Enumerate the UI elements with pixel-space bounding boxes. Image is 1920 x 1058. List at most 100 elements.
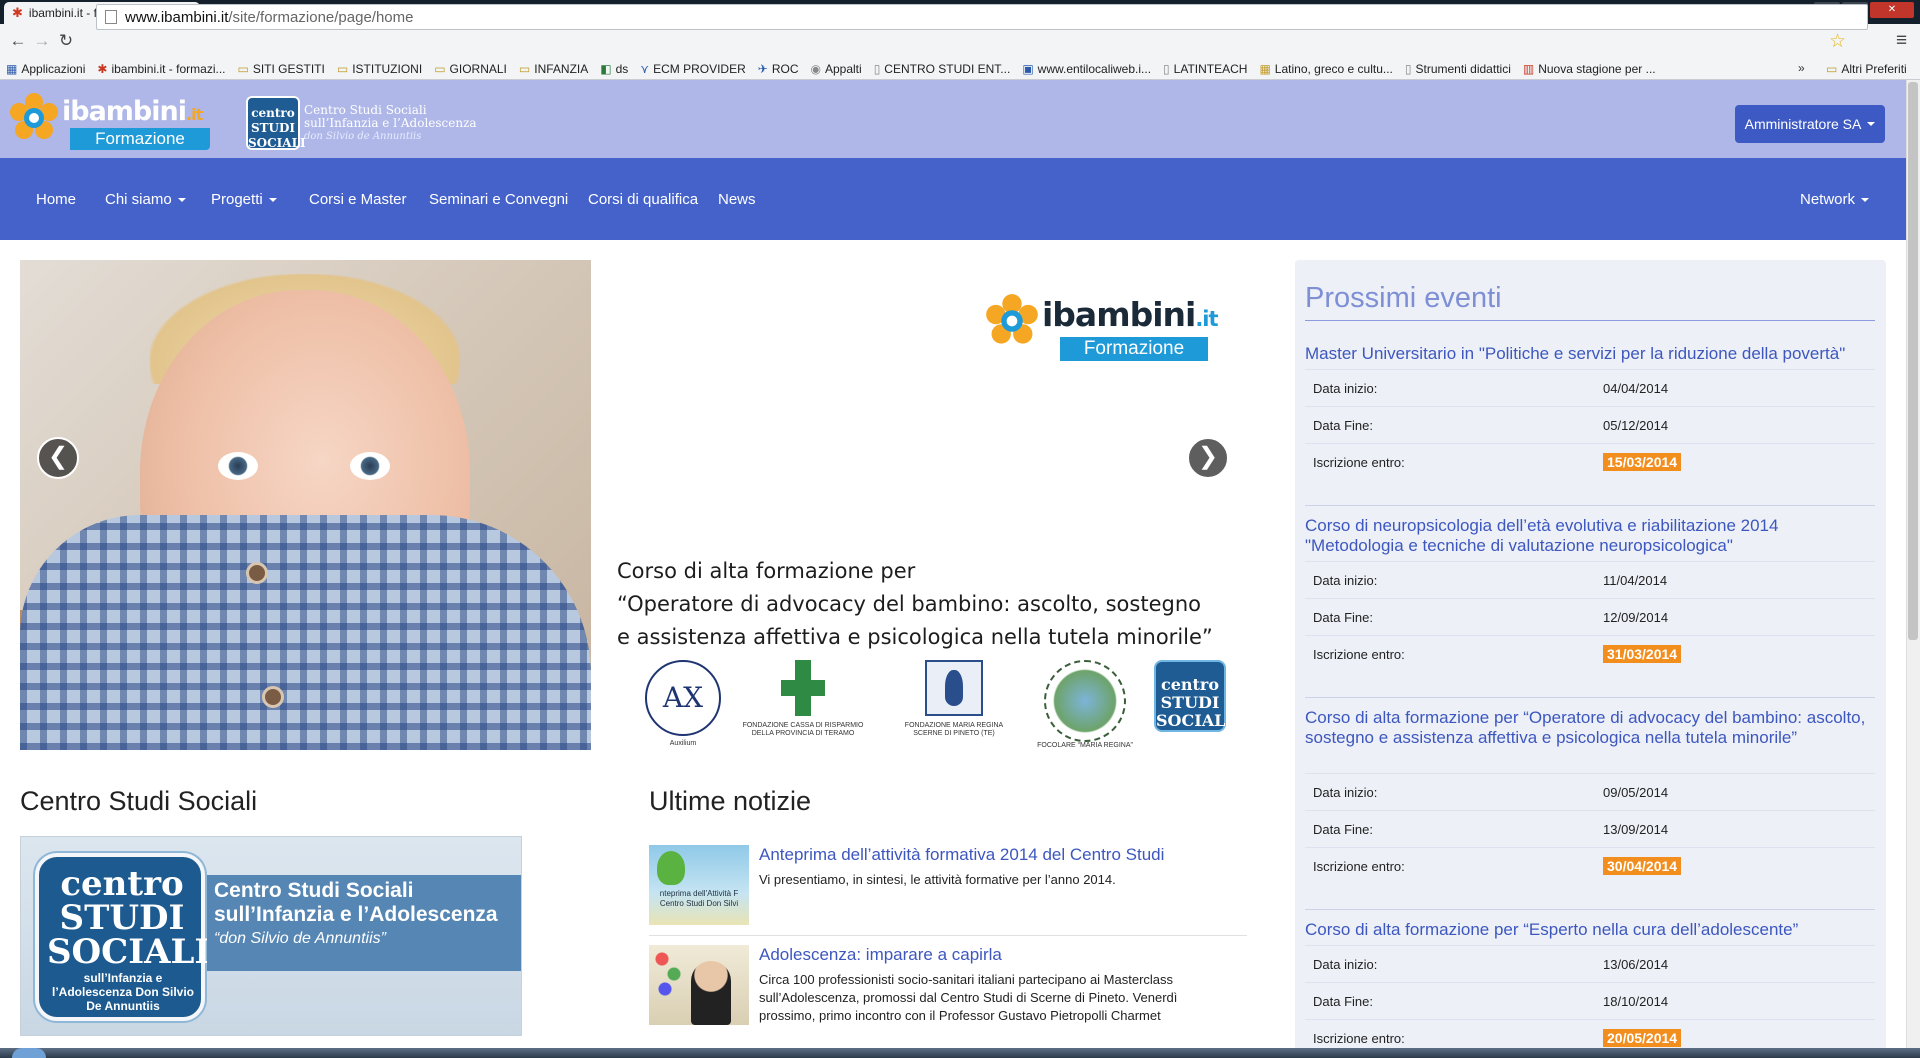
carousel-next-button[interactable]: ❯ <box>1187 437 1229 479</box>
event-row: Iscrizione entro: 31/03/2014 <box>1305 635 1875 672</box>
flower-logo-icon <box>986 294 1038 344</box>
bookmark-giornali[interactable]: ▭ GIORNALI <box>434 62 507 76</box>
event-title-link[interactable]: Master Universitario in "Politiche e ser… <box>1305 344 1875 364</box>
carousel-prev-button[interactable]: ❮ <box>37 437 79 479</box>
browser-menu-icon[interactable]: ≡ <box>1896 30 1907 52</box>
event-row: Data inizio: 11/04/2014 <box>1305 561 1875 598</box>
event-title-link[interactable]: Corso di neuropsicologia dell’età evolut… <box>1305 516 1875 556</box>
caret-down-icon <box>1861 198 1870 203</box>
bookmark-latino-greco[interactable]: ▦ Latino, greco e cultu... <box>1259 62 1392 76</box>
logo-formazione-label: Formazione <box>70 128 210 150</box>
bookmark-strumenti[interactable]: ▯ Strumenti didattici <box>1405 62 1511 76</box>
partner-fondazione-maria-regina-logo: FONDAZIONE MARIA REGINA SCERNE DI PINETO… <box>892 660 1016 738</box>
nav-home[interactable]: Home <box>36 191 76 208</box>
centro-section-title: Centro Studi Sociali <box>20 786 258 816</box>
reload-icon[interactable]: ↻ <box>54 31 78 51</box>
bookmark-entilocaliweb[interactable]: ▣ www.entilocaliweb.i... <box>1022 62 1151 76</box>
bookmark-star-icon[interactable]: ☆ <box>1829 30 1846 53</box>
partner-fondazione-cassa-logo: FONDAZIONE CASSA DI RISPARMIO DELLA PROV… <box>738 660 868 738</box>
ds-favicon-icon: ◧ <box>600 61 612 76</box>
deadline-badge: 30/04/2014 <box>1603 857 1682 875</box>
news-thumbnail[interactable] <box>649 945 749 1025</box>
appalti-favicon-icon: ◉ <box>810 61 821 76</box>
bookmark-siti-gestiti[interactable]: ▭ SITI GESTITI <box>237 62 324 76</box>
flower-logo-icon <box>10 93 58 139</box>
bookmark-nuova-stagione[interactable]: ▥ Nuova stagione per ... <box>1523 62 1656 76</box>
bookmark-ecm-provider[interactable]: ⋎ ECM PROVIDER <box>640 62 745 76</box>
bookmark-latinteach[interactable]: ▯ LATINTEACH <box>1163 62 1247 76</box>
centro-studi-emblem-icon: centro STUDI SOCIALI sull’Infanzia e l’A… <box>35 853 210 1021</box>
event-row: Iscrizione entro: 30/04/2014 <box>1305 847 1875 884</box>
deadline-badge: 15/03/2014 <box>1603 453 1682 471</box>
page-icon: ▯ <box>1404 61 1412 76</box>
forward-arrow-icon[interactable]: → <box>30 31 54 51</box>
news-title-link[interactable]: Adolescenza: imparare a capirla <box>759 945 1002 965</box>
bookmark-roc[interactable]: ✈ ROC <box>758 62 799 76</box>
caret-down-icon <box>177 198 186 203</box>
news-description: Circa 100 professionisti socio-sanitari … <box>759 972 1178 1023</box>
nav-corsi-master[interactable]: Corsi e Master <box>309 191 407 208</box>
nav-news[interactable]: News <box>718 191 756 208</box>
focolare-seal-icon <box>1044 660 1126 742</box>
event-title-link[interactable]: Corso di alta formazione per “Esperto ne… <box>1305 920 1875 940</box>
roc-favicon-icon: ✈ <box>757 61 768 76</box>
bookmark-appalti[interactable]: ◉ Appalti <box>811 62 862 76</box>
main-navbar <box>0 158 1906 240</box>
nav-progetti[interactable]: Progetti <box>211 191 277 208</box>
bookmark-centro-studi[interactable]: ▯ CENTRO STUDI ENT... <box>874 62 1011 76</box>
ecm-favicon-icon: ⋎ <box>640 61 650 76</box>
nav-chi-siamo[interactable]: Chi siamo <box>105 191 186 208</box>
bookmark-apps[interactable]: ▦ Applicazioni <box>6 62 85 76</box>
centro-studi-emblem[interactable]: centro STUDI SOCIALI <box>246 96 306 150</box>
event-row: Data Fine: 12/09/2014 <box>1305 598 1875 635</box>
ibambini-favicon-icon: ✱ <box>12 5 23 20</box>
address-bar[interactable]: www.ibambini.it/site/formazione/page/hom… <box>96 4 1868 30</box>
event-row: Data Fine: 18/10/2014 <box>1305 982 1875 1019</box>
news-description: Vi presentiamo, in sintesi, le attività … <box>759 872 1116 887</box>
bookmarks-bar: ▦ Applicazioni ✱ ibambini.it - formazi... … <box>0 58 1920 80</box>
centro-studi-banner[interactable]: centro STUDI SOCIALI sull’Infanzia e l’A… <box>20 836 522 1036</box>
nav-network[interactable]: Network <box>1800 191 1870 208</box>
bookmark-ds[interactable]: ◧ ds <box>600 62 628 76</box>
bookmarks-overflow-chevron[interactable]: » <box>1798 61 1805 75</box>
window-close-icon[interactable]: ✕ <box>1870 2 1914 18</box>
admin-menu-button[interactable]: Amministratore SA <box>1735 105 1885 143</box>
deadline-badge: 31/03/2014 <box>1603 645 1682 663</box>
logo-wordmark: ibambini.it <box>62 96 203 127</box>
bookmark-other-favorites[interactable]: ▭ Altri Preferiti <box>1826 58 1907 80</box>
apps-grid-icon: ▦ <box>6 61 18 76</box>
ibambini-favicon-icon: ✱ <box>97 61 108 76</box>
event-row: Data inizio: 13/06/2014 <box>1305 945 1875 982</box>
bookmark-ibambini[interactable]: ✱ ibambini.it - formazi... <box>97 62 225 76</box>
entilocali-favicon-icon: ▣ <box>1022 61 1034 76</box>
madonna-logo-icon <box>925 660 983 716</box>
partner-centro-studi-logo: centro STUDI SOCIALI <box>1150 660 1233 732</box>
page-icon: ▯ <box>873 61 881 76</box>
page-icon <box>105 10 117 24</box>
news-title-link[interactable]: Anteprima dell’attività formativa 2014 d… <box>759 845 1164 865</box>
bookmark-infanzia[interactable]: ▭ INFANZIA <box>519 62 588 76</box>
start-button[interactable] <box>12 1048 46 1058</box>
ibambini-formazione-logo[interactable]: ibambini.it Formazione <box>8 92 210 154</box>
news-thumbnail[interactable]: nteprima dell'Attività F Centro Studi Do… <box>649 845 749 925</box>
event-row: Data inizio: 04/04/2014 <box>1305 369 1875 406</box>
os-taskbar <box>0 1048 1920 1058</box>
folder-icon: ▭ <box>336 61 349 76</box>
folder-icon: ▭ <box>518 61 531 76</box>
nav-seminari-convegni[interactable]: Seminari e Convegni <box>429 191 568 208</box>
partner-auxilium-logo: AX Auxilium <box>628 660 738 748</box>
caret-down-icon <box>1867 122 1876 126</box>
event-row: Iscrizione entro: 15/03/2014 <box>1305 443 1875 480</box>
latino-favicon-icon: ▦ <box>1259 61 1271 76</box>
back-arrow-icon[interactable]: ← <box>6 31 30 51</box>
nav-corsi-qualifica[interactable]: Corsi di qualifica <box>588 191 698 208</box>
scrollbar-thumb[interactable] <box>1908 82 1918 640</box>
url-host: www.ibambini.it <box>125 8 229 26</box>
event-title-link[interactable]: Corso di alta formazione per “Operatore … <box>1305 708 1875 748</box>
folder-icon: ▭ <box>434 61 446 76</box>
events-title: Prossimi eventi <box>1305 282 1502 314</box>
bookmark-istituzioni[interactable]: ▭ ISTITUZIONI <box>337 62 422 76</box>
event-row: Data inizio: 09/05/2014 <box>1305 773 1875 810</box>
centro-studi-header-text: Centro Studi Sociali sull’Infanzia e l’A… <box>304 103 477 143</box>
partner-focolare-logo: FOCOLARE “MARIA REGINA” Ente Morale <box>1030 660 1140 750</box>
